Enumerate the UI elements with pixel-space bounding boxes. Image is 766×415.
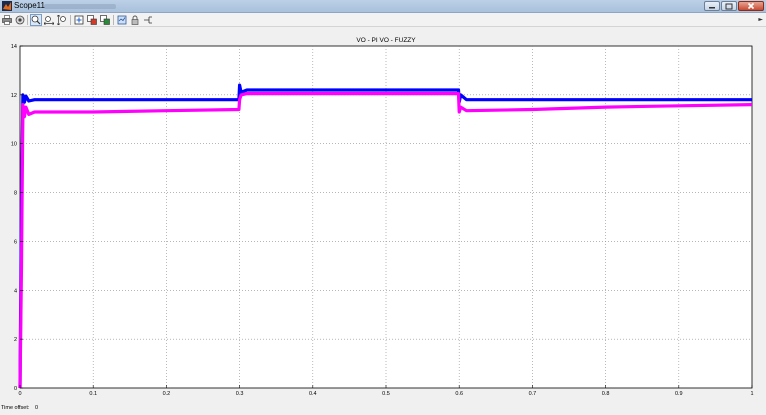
x-tick-label: 0.9: [675, 391, 683, 397]
x-tick-label: 0.8: [602, 391, 610, 397]
autoscale-button[interactable]: [73, 14, 85, 26]
save-axes-settings-button[interactable]: [86, 14, 98, 26]
signal-selection-icon: [144, 16, 152, 24]
y-tick-label: 8: [14, 191, 17, 197]
window-title-bar: Scope11: [0, 0, 766, 13]
zoom-y-icon: [57, 15, 66, 25]
restore-axes-settings-icon: [100, 15, 110, 25]
floating-scope-icon: [117, 15, 127, 25]
x-tick-label: 0.3: [236, 391, 244, 397]
y-tick-label: 14: [11, 44, 17, 50]
restore-axes-settings-button[interactable]: [99, 14, 111, 26]
x-tick-label: 0.1: [89, 391, 97, 397]
close-icon: [747, 2, 755, 10]
x-tick-label: 0.2: [163, 391, 171, 397]
autoscale-icon: [74, 15, 84, 25]
scope-plot[interactable]: 0 0.1 0.2 0.3 0.4 0.5 0.6 0.7 0.8 0.9 102468101214…: [0, 27, 766, 405]
x-tick-label: 0: [18, 391, 21, 397]
zoom-x-icon: [44, 16, 54, 25]
x-tick-label: 0.4: [309, 391, 317, 397]
y-tick-label: 2: [14, 337, 17, 343]
save-axes-settings-icon: [87, 15, 97, 25]
y-tick-label: 6: [14, 239, 17, 245]
window-title: Scope11: [14, 1, 45, 10]
zoom-icon: [31, 15, 41, 25]
minimize-button[interactable]: [704, 1, 720, 11]
y-tick-label: 4: [14, 288, 17, 294]
print-icon: [2, 15, 12, 25]
floating-scope-button[interactable]: [116, 14, 128, 26]
toolbar-separator: [27, 15, 28, 25]
maximize-button[interactable]: [721, 1, 737, 11]
plot-title: VO - PI VO - FUZZY: [356, 37, 416, 44]
minimize-icon: [709, 7, 715, 9]
y-tick-label: 12: [11, 93, 17, 99]
parameters-button[interactable]: [14, 14, 26, 26]
toolbar-separator: [113, 15, 114, 25]
toolbar-overflow-icon[interactable]: ►: [758, 16, 763, 23]
x-tick-label: 1: [750, 391, 753, 397]
x-tick-label: 0.5: [382, 391, 390, 397]
parameters-icon: [15, 15, 25, 25]
toolbar-separator: [70, 15, 71, 25]
matlab-app-icon: [2, 1, 12, 11]
signal-selection-button[interactable]: [142, 14, 154, 26]
y-tick-label: 0: [14, 386, 17, 392]
time-offset-label: Time offset:: [1, 405, 30, 411]
maximize-icon: [725, 3, 733, 9]
zoom-y-button[interactable]: [56, 14, 68, 26]
time-offset: Time offset: 0: [1, 405, 38, 411]
scope-toolbar: ►: [0, 13, 766, 27]
y-tick-label: 10: [11, 142, 17, 148]
lock-axes-button[interactable]: [129, 14, 141, 26]
x-tick-label: 0.7: [529, 391, 537, 397]
zoom-x-button[interactable]: [43, 14, 55, 26]
zoom-button[interactable]: [30, 14, 42, 26]
print-button[interactable]: [1, 14, 13, 26]
lock-axes-icon: [131, 15, 139, 25]
close-button[interactable]: [738, 1, 764, 11]
time-offset-value: 0: [34, 405, 39, 411]
window-title-blurred-path: [44, 4, 116, 9]
x-tick-label: 0.6: [455, 391, 463, 397]
